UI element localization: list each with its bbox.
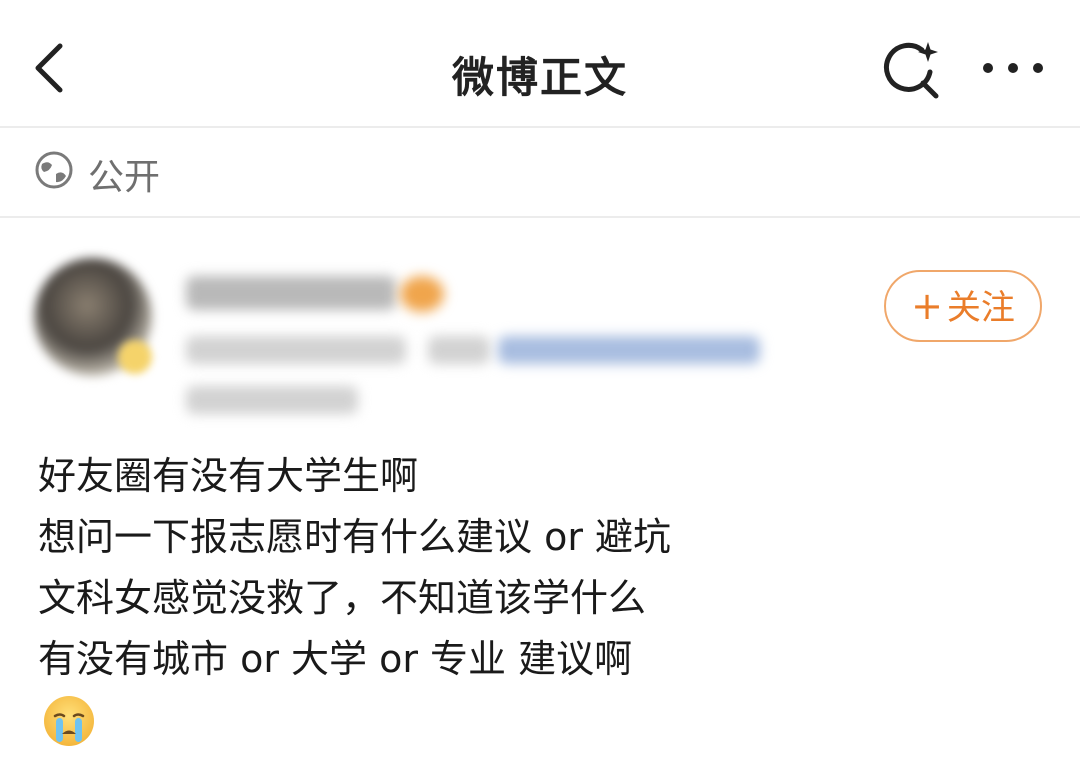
post-line: 好友圈有没有大学生啊: [38, 454, 419, 498]
post-line: 想问一下报志愿时有什么建议 or 避坑: [38, 515, 672, 559]
more-dots-icon: [983, 63, 1043, 73]
post-content: 好友圈有没有大学生啊 想问一下报志愿时有什么建议 or 避坑 文科女感觉没救了，…: [38, 446, 1048, 690]
search-button[interactable]: [878, 38, 944, 104]
follow-button[interactable]: + 关注: [884, 270, 1042, 342]
post-device-link[interactable]: [498, 336, 760, 364]
top-bar: 微博正文: [0, 0, 1080, 128]
visibility-row: 公开: [0, 128, 1080, 218]
visibility-label: 公开: [88, 157, 161, 198]
author-name[interactable]: [186, 276, 396, 310]
globe-icon: [35, 151, 73, 189]
post-line: 文科女感觉没救了，不知道该学什么: [38, 576, 647, 620]
crying-face-icon: [44, 696, 94, 746]
more-button[interactable]: [978, 52, 1048, 84]
search-sparkle-icon: [884, 42, 939, 99]
plus-icon: +: [911, 284, 943, 328]
post-source-label: [428, 336, 490, 364]
follow-label: 关注: [946, 288, 1015, 328]
vip-badge-icon: [400, 276, 444, 312]
post-line: 有没有城市 or 大学 or 专业 建议啊: [38, 637, 633, 681]
author-header: + 关注: [0, 218, 1080, 428]
verified-badge-icon: [118, 340, 152, 374]
post-location: [186, 386, 358, 414]
post-timestamp: [186, 336, 406, 364]
